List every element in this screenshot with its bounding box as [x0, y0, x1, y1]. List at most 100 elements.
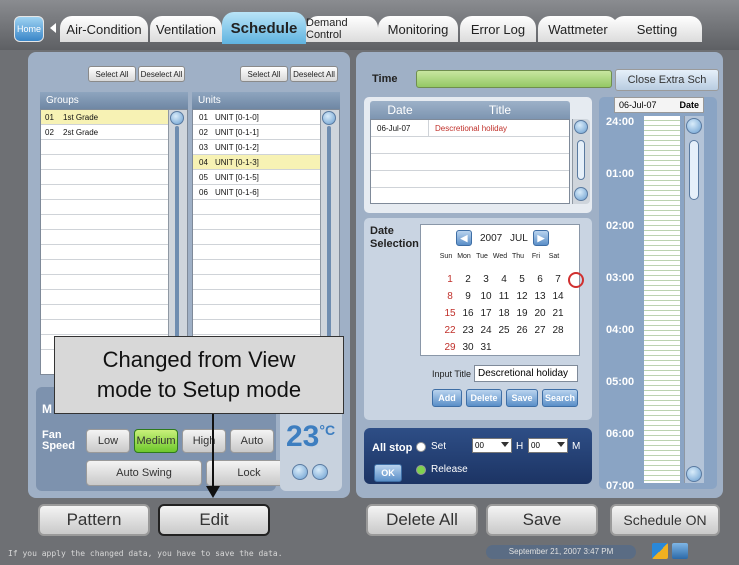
list-item[interactable]: 04 UNIT [0-1-3]	[193, 155, 339, 170]
calendar-day[interactable]: 25	[496, 325, 512, 336]
units-deselect-all-button[interactable]: Deselect All	[290, 66, 338, 82]
input-title-field[interactable]: Descretional holiday	[474, 365, 578, 382]
table-row[interactable]: 06-Jul-07 Descretional holiday	[371, 120, 569, 137]
prev-month-icon[interactable]: ◀	[456, 230, 472, 246]
calendar-day[interactable]: 2	[460, 274, 476, 285]
scroll-thumb[interactable]	[577, 140, 585, 180]
set-radio[interactable]	[416, 442, 426, 452]
calendar-day[interactable]: 8	[442, 291, 458, 302]
scroll-thumb[interactable]	[689, 140, 699, 200]
tab-wattmeter[interactable]: Wattmeter	[538, 16, 618, 42]
system-icon[interactable]	[652, 543, 668, 559]
fan-medium-button[interactable]: Medium	[134, 429, 178, 453]
edit-button[interactable]: Edit	[158, 504, 270, 536]
save-button[interactable]: Save	[486, 504, 598, 536]
tab-error-log[interactable]: Error Log	[460, 16, 536, 42]
calendar-day[interactable]: 21	[550, 308, 566, 319]
scroll-up-icon[interactable]	[170, 111, 184, 125]
add-button[interactable]: Add	[432, 389, 462, 407]
calendar-day[interactable]: 26	[514, 325, 530, 336]
timeline-date-label: Date	[679, 100, 699, 110]
calendar-day[interactable]: 14	[550, 291, 566, 302]
timeline-bar[interactable]	[644, 116, 680, 483]
list-item[interactable]: 02 2st Grade	[41, 125, 187, 140]
list-item[interactable]: 05 UNIT [0-1-5]	[193, 170, 339, 185]
calendar-day[interactable]: 24	[478, 325, 494, 336]
calendar-day[interactable]: 15	[442, 308, 458, 319]
calendar-day[interactable]: 5	[514, 274, 530, 285]
calendar-day[interactable]: 13	[532, 291, 548, 302]
calendar-day[interactable]: 31	[478, 342, 494, 353]
auto-swing-button[interactable]: Auto Swing	[86, 460, 202, 486]
groups-select-all-button[interactable]: Select All	[88, 66, 136, 82]
list-item[interactable]: 03 UNIT [0-1-2]	[193, 140, 339, 155]
calendar-day[interactable]: 22	[442, 325, 458, 336]
list-item	[193, 305, 339, 320]
search-button[interactable]: Search	[542, 389, 578, 407]
tab-monitoring[interactable]: Monitoring	[378, 16, 458, 42]
list-item[interactable]: 01 UNIT [0-1-0]	[193, 110, 339, 125]
temperature-up-icon[interactable]	[292, 464, 308, 480]
scroll-down-icon[interactable]	[574, 187, 588, 201]
calendar-day[interactable]: 18	[496, 308, 512, 319]
calendar-day[interactable]: 19	[514, 308, 530, 319]
tab-label: Monitoring	[387, 21, 449, 37]
temperature-down-icon[interactable]	[312, 464, 328, 480]
calendar-day[interactable]: 12	[514, 291, 530, 302]
calendar-day[interactable]: 1	[442, 274, 458, 285]
list-item[interactable]: 02 UNIT [0-1-1]	[193, 125, 339, 140]
tab-air-condition[interactable]: Air-Condition	[60, 16, 148, 42]
hour-select[interactable]: 00	[472, 438, 512, 453]
tab-scroll-left-icon[interactable]	[50, 23, 56, 33]
network-icon[interactable]	[672, 543, 688, 559]
calendar-day[interactable]: 7	[550, 274, 566, 285]
all-stop-ok-button[interactable]: OK	[374, 464, 402, 482]
fan-high-button[interactable]: High	[182, 429, 226, 453]
delete-button[interactable]: Delete	[466, 389, 502, 407]
units-header: Units	[192, 92, 340, 109]
list-item[interactable]: 06 UNIT [0-1-6]	[193, 185, 339, 200]
calendar-day[interactable]: 20	[532, 308, 548, 319]
minute-unit-label: M	[572, 441, 581, 452]
save-entry-button[interactable]: Save	[506, 389, 538, 407]
entry-title: Descretional holiday	[435, 124, 508, 133]
pattern-button[interactable]: Pattern	[38, 504, 150, 536]
calendar-day[interactable]: 28	[550, 325, 566, 336]
calendar-day[interactable]: 6	[532, 274, 548, 285]
release-radio[interactable]	[416, 465, 426, 475]
tab-ventilation[interactable]: Ventilation	[150, 16, 222, 42]
calendar-day[interactable]: 16	[460, 308, 476, 319]
calendar-day[interactable]: 23	[460, 325, 476, 336]
groups-deselect-all-button[interactable]: Deselect All	[138, 66, 185, 82]
scroll-down-icon[interactable]	[686, 466, 702, 482]
scroll-up-icon[interactable]	[574, 120, 588, 134]
calendar-day[interactable]: 27	[532, 325, 548, 336]
close-extra-sch-button[interactable]: Close Extra Sch	[615, 69, 719, 91]
list-item[interactable]: 01 1st Grade	[41, 110, 187, 125]
calendar-day[interactable]: 10	[478, 291, 494, 302]
calendar-day[interactable]: 4	[496, 274, 512, 285]
tab-setting[interactable]: Setting	[612, 16, 702, 42]
calendar-day[interactable]: 30	[460, 342, 476, 353]
calendar-day[interactable]: 11	[496, 291, 512, 302]
fan-auto-button[interactable]: Auto	[230, 429, 274, 453]
list-item	[193, 275, 339, 290]
scroll-up-icon[interactable]	[686, 118, 702, 134]
schedule-on-button[interactable]: Schedule ON	[610, 504, 720, 536]
tab-demand-control[interactable]: Demand Control	[306, 16, 378, 42]
fan-low-button[interactable]: Low	[86, 429, 130, 453]
home-button[interactable]: Home	[14, 16, 44, 42]
calendar-day[interactable]: 17	[478, 308, 494, 319]
minute-select[interactable]: 00	[528, 438, 568, 453]
calendar-day[interactable]: 29	[442, 342, 458, 353]
tab-schedule[interactable]: Schedule	[222, 12, 306, 44]
scroll-up-icon[interactable]	[322, 111, 336, 125]
units-select-all-button[interactable]: Select All	[240, 66, 288, 82]
calendar-day[interactable]: 3	[478, 274, 494, 285]
calendar-day[interactable]: 9	[460, 291, 476, 302]
delete-all-button[interactable]: Delete All	[366, 504, 478, 536]
callout-line2: mode to Setup mode	[96, 377, 302, 402]
list-item	[41, 290, 187, 305]
button-label: OK	[381, 468, 395, 478]
next-month-icon[interactable]: ▶	[533, 230, 549, 246]
